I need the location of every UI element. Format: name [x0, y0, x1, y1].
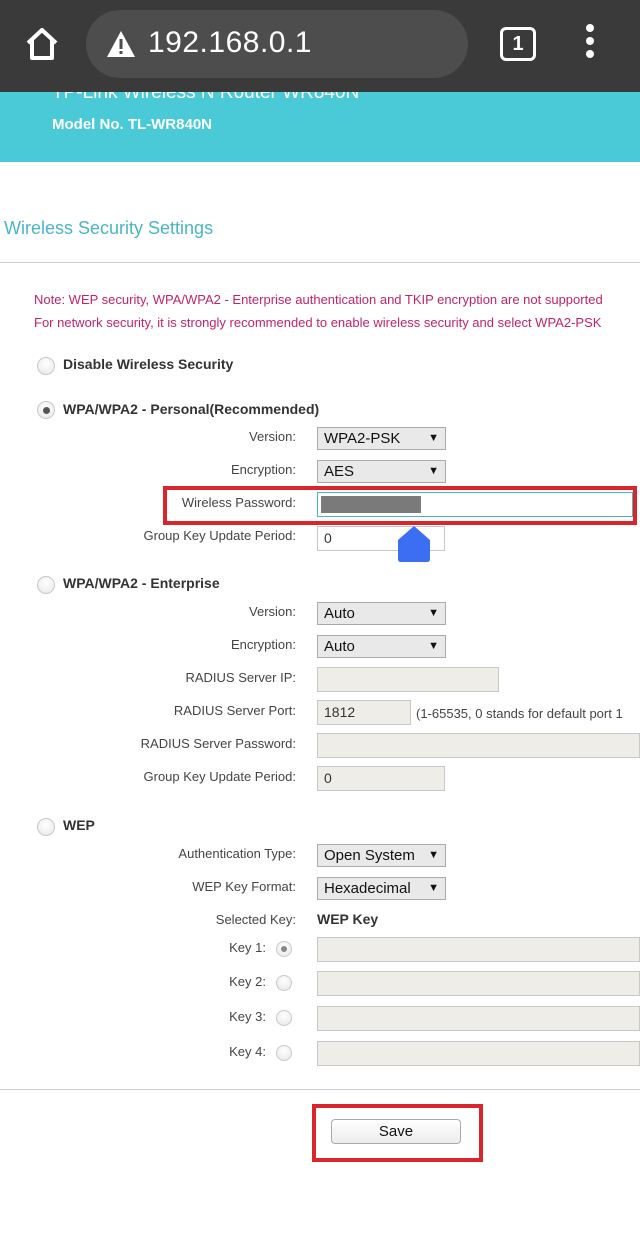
radio-key-3[interactable]: [276, 1010, 292, 1026]
group-key-label: Group Key Update Period:: [143, 769, 296, 784]
wpa-enterprise-version-select[interactable]: Auto ▼: [317, 602, 446, 625]
wep-auth-type-select[interactable]: Open System ▼: [317, 844, 446, 867]
more-vert-icon[interactable]: [580, 24, 600, 64]
radio-key-1[interactable]: [276, 941, 292, 957]
radius-port-label: RADIUS Server Port:: [173, 703, 296, 718]
key-format-label: WEP Key Format:: [192, 879, 296, 894]
radio-disable-security[interactable]: [37, 357, 55, 375]
disable-security-label: Disable Wireless Security: [63, 356, 234, 372]
wpa-personal-label: WPA/WPA2 - Personal(Recommended): [63, 401, 320, 417]
wep-key-1-input[interactable]: [317, 937, 640, 962]
radio-key-4[interactable]: [276, 1045, 292, 1061]
wep-key-3-input[interactable]: [317, 1006, 640, 1031]
wep-key-4-input[interactable]: [317, 1041, 640, 1066]
encryption-label: Encryption:: [230, 637, 296, 652]
address-bar[interactable]: 192.168.0.1: [86, 10, 468, 78]
divider: [0, 1089, 640, 1090]
page-title: Wireless Security Settings: [4, 218, 214, 238]
note-line-1: Note: WEP security, WPA/WPA2 - Enterpris…: [34, 292, 603, 307]
selected-key-label: Selected Key:: [215, 912, 296, 927]
browser-toolbar: 192.168.0.1 1: [0, 0, 640, 92]
wep-key-2-input[interactable]: [317, 971, 640, 996]
password-highlight-box: [163, 486, 637, 525]
version-label: Version:: [249, 429, 296, 444]
radio-wpa-enterprise[interactable]: [37, 576, 55, 594]
radius-ip-input[interactable]: [317, 667, 499, 692]
router-banner: TP-Link Wireless N Router WR840N Model N…: [0, 92, 640, 162]
radio-wpa-personal[interactable]: [37, 401, 55, 419]
url-text[interactable]: 192.168.0.1: [148, 26, 312, 60]
warning-triangle-icon[interactable]: [106, 30, 136, 58]
version-label: Version:: [249, 604, 296, 619]
radius-port-input[interactable]: 1812: [317, 700, 411, 725]
save-highlight-box: [312, 1104, 483, 1162]
key-1-label: Key 1:: [229, 940, 266, 955]
radio-key-2[interactable]: [276, 975, 292, 991]
home-icon[interactable]: [22, 24, 62, 64]
router-model: Model No. TL-WR840N: [52, 116, 212, 133]
key-4-label: Key 4:: [229, 1044, 266, 1059]
tab-switcher-button[interactable]: 1: [500, 27, 536, 61]
radius-port-hint: (1-65535, 0 stands for default port 1: [416, 706, 623, 721]
divider: [0, 262, 640, 263]
wpa-personal-encryption-select[interactable]: AES ▼: [317, 460, 446, 483]
wpa-personal-version-select[interactable]: WPA2-PSK ▼: [317, 427, 446, 450]
encryption-label: Encryption:: [230, 462, 296, 477]
note-line-2: For network security, it is strongly rec…: [34, 315, 602, 330]
radio-wep[interactable]: [37, 818, 55, 836]
key-2-label: Key 2:: [229, 974, 266, 989]
key-3-label: Key 3:: [229, 1009, 266, 1024]
chevron-down-icon: ▼: [428, 432, 439, 444]
wpa-enterprise-label: WPA/WPA2 - Enterprise: [63, 575, 220, 591]
wep-key-column-header: WEP Key: [317, 911, 379, 927]
radius-password-label: RADIUS Server Password:: [140, 736, 296, 751]
group-key-label: Group Key Update Period:: [143, 528, 296, 543]
chevron-down-icon: ▼: [428, 465, 439, 477]
text-cursor-handle-icon[interactable]: [398, 526, 430, 562]
chevron-down-icon: ▼: [428, 882, 439, 894]
wep-label: WEP: [63, 817, 95, 833]
chevron-down-icon: ▼: [428, 640, 439, 652]
auth-type-label: Authentication Type:: [178, 846, 296, 861]
router-title: TP-Link Wireless N Router WR840N: [52, 92, 360, 103]
chevron-down-icon: ▼: [428, 607, 439, 619]
wpa-enterprise-group-key-input[interactable]: 0: [317, 766, 445, 791]
wep-key-format-select[interactable]: Hexadecimal ▼: [317, 877, 446, 900]
radius-ip-label: RADIUS Server IP:: [185, 670, 296, 685]
radius-password-input[interactable]: [317, 733, 640, 758]
chevron-down-icon: ▼: [428, 849, 439, 861]
wpa-enterprise-encryption-select[interactable]: Auto ▼: [317, 635, 446, 658]
